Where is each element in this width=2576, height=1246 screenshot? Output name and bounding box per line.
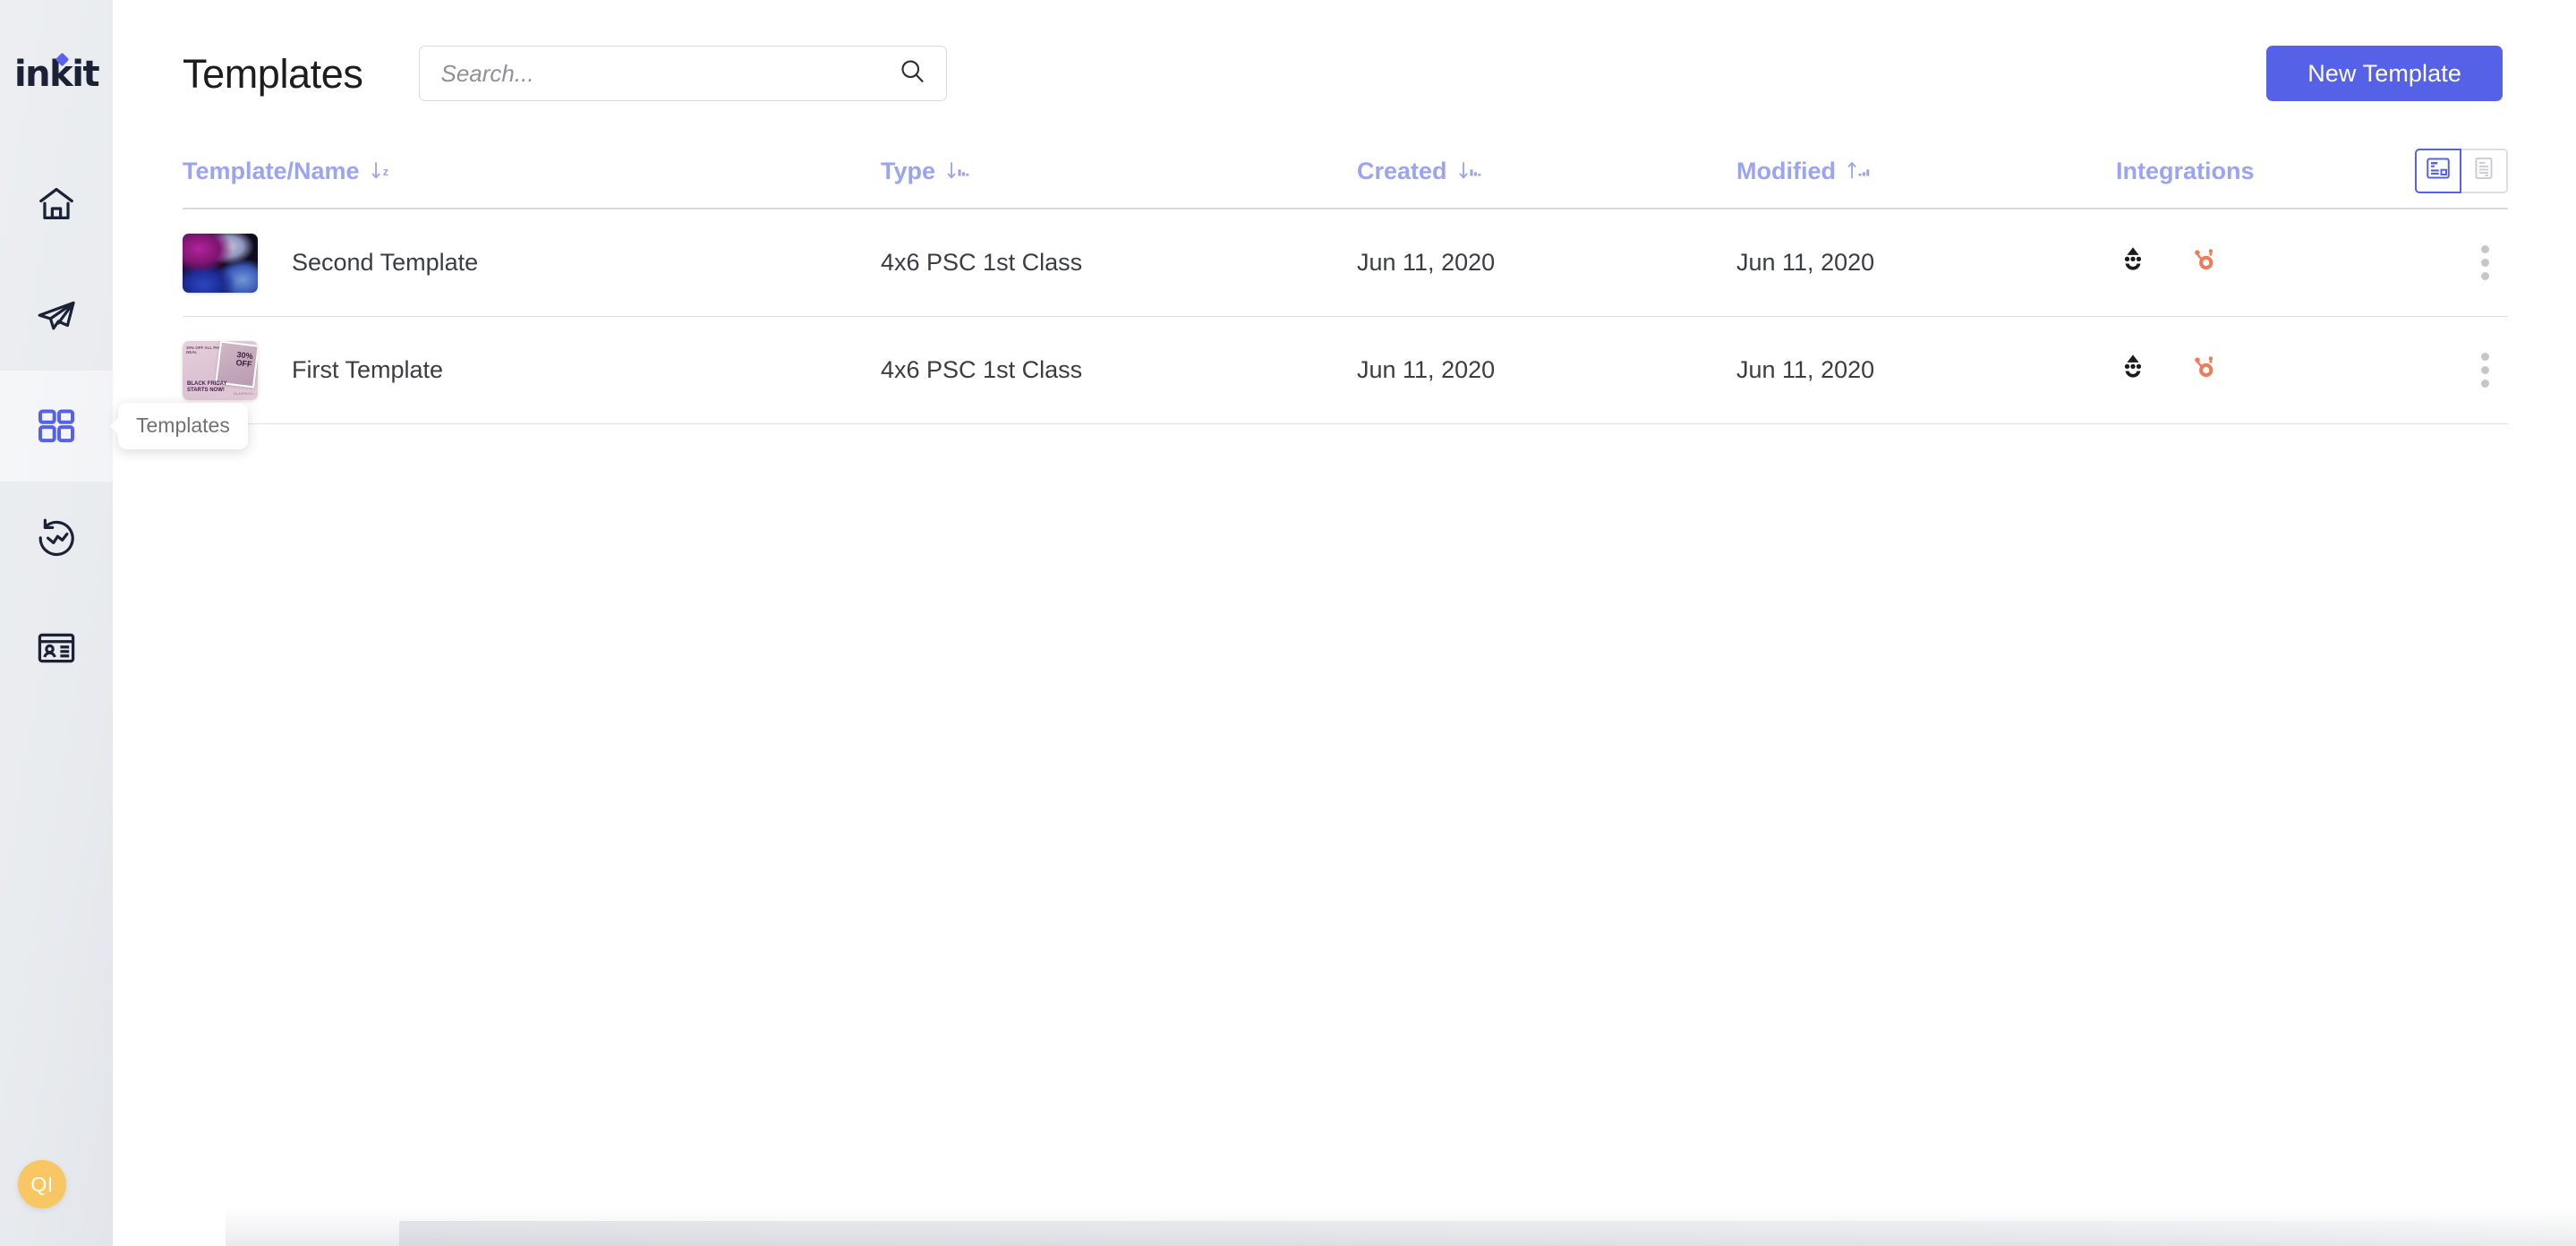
sort-desc-bars-icon — [944, 158, 971, 184]
history-icon — [35, 516, 78, 559]
avatar-initials: QI — [30, 1173, 53, 1197]
sidebar-item-contacts[interactable] — [0, 593, 113, 704]
templates-table: Template/Name z Type — [113, 154, 2576, 424]
paper-plane-icon — [35, 294, 78, 337]
column-label-template-name: Template/Name — [183, 158, 360, 185]
thumbnail-line2: STARTS NOW! — [187, 388, 226, 394]
sidebar-item-templates[interactable]: Templates — [0, 371, 113, 482]
sort-desc-alpha-icon: z — [369, 158, 396, 184]
new-template-button[interactable]: New Template — [2266, 46, 2503, 101]
cell-modified: Jun 11, 2020 — [1736, 249, 2116, 277]
thumbnail-bottom-text: BLACK FRIDAY STARTS NOW! — [187, 381, 226, 394]
sidebar-item-history[interactable] — [0, 482, 113, 593]
view-toggle-group — [2415, 149, 2508, 193]
column-label-type: Type — [881, 158, 935, 185]
user-avatar[interactable]: QI — [18, 1160, 66, 1208]
thumbnail-discount: 30% OFF — [235, 350, 253, 368]
bottom-edge — [399, 1221, 2576, 1246]
brand-logo[interactable]: inkit — [14, 54, 98, 95]
sidebar-tooltip-templates: Templates — [118, 403, 248, 449]
thumbnail-line1: BLACK FRIDAY — [187, 381, 226, 388]
cell-type: 4x6 PSC 1st Class — [881, 356, 1357, 384]
list-view-icon — [2470, 155, 2497, 188]
column-label-modified: Modified — [1736, 158, 1836, 185]
cell-created: Jun 11, 2020 — [1357, 356, 1736, 384]
kebab-dot — [2481, 366, 2489, 374]
column-header-modified[interactable]: Modified — [1736, 158, 2116, 185]
grid-icon — [36, 405, 77, 447]
template-thumbnail[interactable]: 30% OFF ALL PACKAGES. REAL DEAL 30% OFF … — [183, 341, 258, 400]
row-actions-menu[interactable] — [2465, 344, 2504, 397]
template-thumbnail[interactable] — [183, 234, 258, 293]
cell-template-name: 30% OFF ALL PACKAGES. REAL DEAL 30% OFF … — [183, 341, 881, 400]
column-header-type[interactable]: Type — [881, 158, 1357, 185]
sort-desc-bars-icon — [1456, 158, 1483, 184]
search-container — [419, 46, 947, 101]
content-bottom-shadow — [226, 1207, 2576, 1246]
table-header-row: Template/Name z Type — [183, 154, 2508, 209]
contact-card-icon — [36, 627, 77, 669]
column-header-template-name[interactable]: Template/Name z — [183, 158, 881, 185]
cell-integrations — [2116, 344, 2508, 397]
kebab-dot — [2481, 353, 2489, 361]
sidebar-item-send[interactable] — [0, 260, 113, 371]
search-input[interactable] — [419, 46, 947, 101]
hubspot-icon[interactable] — [2189, 244, 2220, 281]
cell-template-name: Second Template — [183, 234, 881, 293]
kebab-dot — [2481, 272, 2489, 280]
row-actions-menu[interactable] — [2465, 236, 2504, 290]
home-icon — [36, 183, 77, 225]
cell-created: Jun 11, 2020 — [1357, 249, 1736, 277]
thumbnail-brand: GLAMSOUL — [234, 392, 254, 396]
card-view-icon — [2425, 155, 2452, 188]
card-view-button[interactable] — [2415, 149, 2461, 193]
list-view-button[interactable] — [2461, 149, 2508, 193]
sidebar: inkit — [0, 0, 113, 1246]
cell-modified: Jun 11, 2020 — [1736, 356, 2116, 384]
table-row[interactable]: 30% OFF ALL PACKAGES. REAL DEAL 30% OFF … — [183, 317, 2508, 424]
column-header-integrations: Integrations — [2116, 149, 2508, 193]
app-root: inkit — [0, 0, 2576, 1246]
zapier-icon[interactable] — [2118, 244, 2148, 281]
column-label-integrations: Integrations — [2116, 158, 2255, 185]
hubspot-icon[interactable] — [2189, 352, 2220, 388]
main-content: Templates New Template Template/Name — [113, 0, 2576, 1246]
sidebar-item-home[interactable] — [0, 149, 113, 260]
brand-logo-text: inkit — [14, 56, 98, 92]
template-name-text: First Template — [292, 356, 443, 384]
sort-asc-bars-icon — [1845, 158, 1872, 184]
kebab-dot — [2481, 245, 2489, 253]
svg-text:z: z — [382, 166, 388, 178]
column-header-created[interactable]: Created — [1357, 158, 1736, 185]
thumbnail-discount-word: OFF — [235, 358, 252, 368]
zapier-icon[interactable] — [2118, 352, 2148, 388]
column-label-created: Created — [1357, 158, 1447, 185]
page-title: Templates — [183, 54, 363, 94]
kebab-dot — [2481, 259, 2489, 267]
page-toolbar: Templates New Template — [113, 0, 2576, 100]
cell-integrations — [2116, 236, 2508, 290]
cell-type: 4x6 PSC 1st Class — [881, 249, 1357, 277]
kebab-dot — [2481, 380, 2489, 388]
table-row[interactable]: Second Template 4x6 PSC 1st Class Jun 11… — [183, 209, 2508, 317]
template-name-text: Second Template — [292, 249, 478, 277]
